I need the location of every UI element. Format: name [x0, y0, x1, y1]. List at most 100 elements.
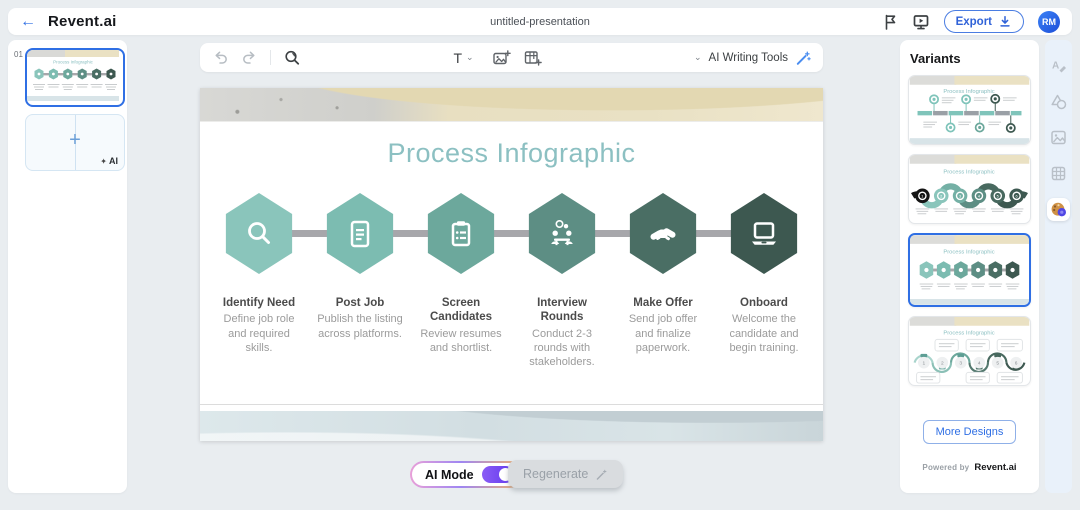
add-table-icon[interactable] — [523, 49, 542, 67]
clipboard-icon — [444, 217, 478, 251]
variant-thumbnail-snake[interactable]: Process Infographic 1 2 3 4 5 6 — [908, 316, 1031, 386]
interview-icon — [545, 217, 579, 251]
ai-label: AI — [109, 156, 118, 166]
step-description[interactable]: Review resumes and shortlist. — [417, 327, 505, 356]
zoom-icon[interactable] — [283, 49, 301, 67]
svg-text:5: 5 — [997, 193, 999, 198]
variant-title: Process Infographic — [943, 89, 994, 95]
ai-mode-control[interactable]: AI Mode — [410, 461, 523, 488]
step-title[interactable]: Post Job — [315, 296, 405, 310]
chevron-down-icon: ⌄ — [466, 52, 474, 63]
powered-by-label: Powered by — [922, 463, 969, 472]
svg-text:6: 6 — [1016, 193, 1018, 198]
text-tool[interactable]: T ⌄ — [453, 50, 473, 66]
step-description[interactable]: Conduct 2-3 rounds with stakeholders. — [518, 327, 606, 370]
export-label: Export — [956, 16, 992, 28]
chevron-down-icon: ⌄ — [694, 52, 702, 63]
sparkle-icon: ✦ — [100, 157, 107, 166]
search-icon — [242, 217, 276, 251]
image-icon[interactable] — [1047, 126, 1070, 149]
svg-text:3: 3 — [959, 193, 961, 198]
slide-canvas[interactable]: Process Infographic Identify Need Define… — [200, 88, 823, 441]
slide-divider-line — [200, 404, 823, 405]
step-title[interactable]: Make Offer — [618, 296, 708, 310]
step-interview-rounds: Interview Rounds Conduct 2-3 rounds with… — [512, 193, 613, 370]
svg-text:3: 3 — [959, 361, 962, 367]
powered-by: Powered by Revent.ai — [900, 457, 1039, 475]
regenerate-button[interactable]: Regenerate — [508, 460, 623, 488]
step-make-offer: Make Offer Send job offer and finalize p… — [613, 193, 714, 370]
process-steps: Identify Need Define job role and requir… — [200, 193, 823, 370]
slides-panel: 01 Process Infographic — [8, 40, 127, 493]
svg-text:2: 2 — [941, 361, 944, 367]
ai-mode-label: AI Mode — [425, 468, 474, 482]
step-title[interactable]: Interview Rounds — [517, 296, 607, 325]
ai-writing-tools[interactable]: ⌄ AI Writing Tools — [694, 50, 811, 66]
plus-icon: + — [26, 129, 124, 152]
more-designs-button[interactable]: More Designs — [923, 420, 1017, 444]
export-button[interactable]: Export — [944, 10, 1024, 33]
slide-number: 01 — [14, 50, 23, 59]
undo-icon[interactable] — [212, 49, 229, 66]
step-description[interactable]: Define job role and required skills. — [215, 312, 303, 355]
right-tool-rail: A — [1045, 40, 1072, 493]
svg-text:2: 2 — [940, 193, 942, 198]
download-icon — [998, 14, 1012, 29]
step-title[interactable]: Identify Need — [214, 296, 304, 310]
canvas-toolbar: T ⌄ ⌄ AI Writing Tools — [200, 43, 823, 72]
top-bar: ← Revent.ai untitled-presentation Export… — [8, 8, 1072, 35]
present-icon[interactable] — [912, 13, 930, 31]
brand-name: Revent.ai — [974, 462, 1016, 473]
svg-text:1: 1 — [921, 193, 923, 198]
step-post-job: Post Job Publish the listing across plat… — [310, 193, 411, 370]
ai-writing-tools-label: AI Writing Tools — [709, 52, 788, 64]
svg-text:4: 4 — [978, 361, 981, 367]
slide-top-decoration — [200, 88, 823, 122]
add-image-icon[interactable] — [492, 49, 511, 67]
magic-wand-icon — [595, 468, 608, 481]
slide-bottom-decoration — [200, 411, 823, 441]
variant-thumbnail-timeline[interactable]: Process Infographic — [908, 75, 1031, 145]
text-tool-label: T — [453, 50, 462, 66]
hexagon-shape[interactable] — [425, 193, 497, 274]
shapes-icon[interactable] — [1047, 90, 1070, 113]
redo-icon[interactable] — [241, 49, 258, 66]
toolbar-divider — [270, 50, 271, 65]
slide-title[interactable]: Process Infographic — [200, 138, 823, 169]
step-onboard: Onboard Welcome the candidate and begin … — [714, 193, 815, 370]
add-slide-ai-option[interactable]: ✦AI — [100, 156, 118, 166]
mini-slide-title: Process Infographic — [53, 60, 94, 65]
variants-title: Variants — [910, 51, 1039, 66]
hexagon-shape[interactable] — [324, 193, 396, 274]
variant-thumbnail-hexagons[interactable]: Process Infographic — [908, 233, 1031, 307]
magic-wand-icon — [795, 50, 811, 66]
hexagon-shape[interactable] — [223, 193, 295, 274]
svg-text:A: A — [1052, 61, 1059, 72]
step-title[interactable]: Onboard — [719, 296, 809, 310]
hexagon-shape[interactable] — [728, 193, 800, 274]
step-description[interactable]: Send job offer and finalize paperwork. — [619, 312, 707, 355]
flag-icon[interactable] — [881, 13, 898, 31]
step-description[interactable]: Publish the listing across platforms. — [316, 312, 404, 341]
step-description[interactable]: Welcome the candidate and begin training… — [720, 312, 808, 355]
variant-thumbnail-wave[interactable]: Process Infographic 12 34 — [908, 154, 1031, 224]
svg-text:1: 1 — [922, 361, 925, 367]
step-identify-need: Identify Need Define job role and requir… — [209, 193, 310, 370]
variant-title: Process Infographic — [943, 330, 994, 336]
laptop-icon — [747, 217, 781, 251]
handshake-icon — [646, 217, 680, 251]
step-title[interactable]: Screen Candidates — [416, 296, 506, 325]
slide-thumbnail-1[interactable]: Process Infographic — [25, 48, 125, 107]
variants-panel: Variants Process Infographic — [900, 40, 1039, 493]
regenerate-label: Regenerate — [523, 467, 588, 481]
svg-text:6: 6 — [1015, 361, 1018, 367]
theme-palette-icon[interactable] — [1047, 198, 1070, 221]
hexagon-shape[interactable] — [526, 193, 598, 274]
variant-title: Process Infographic — [943, 169, 994, 175]
hexagon-shape[interactable] — [627, 193, 699, 274]
table-icon[interactable] — [1047, 162, 1070, 185]
svg-text:5: 5 — [996, 361, 999, 367]
font-style-icon[interactable]: A — [1047, 54, 1070, 77]
avatar[interactable]: RM — [1038, 11, 1060, 33]
add-slide-button[interactable]: + ✦AI — [25, 114, 125, 171]
